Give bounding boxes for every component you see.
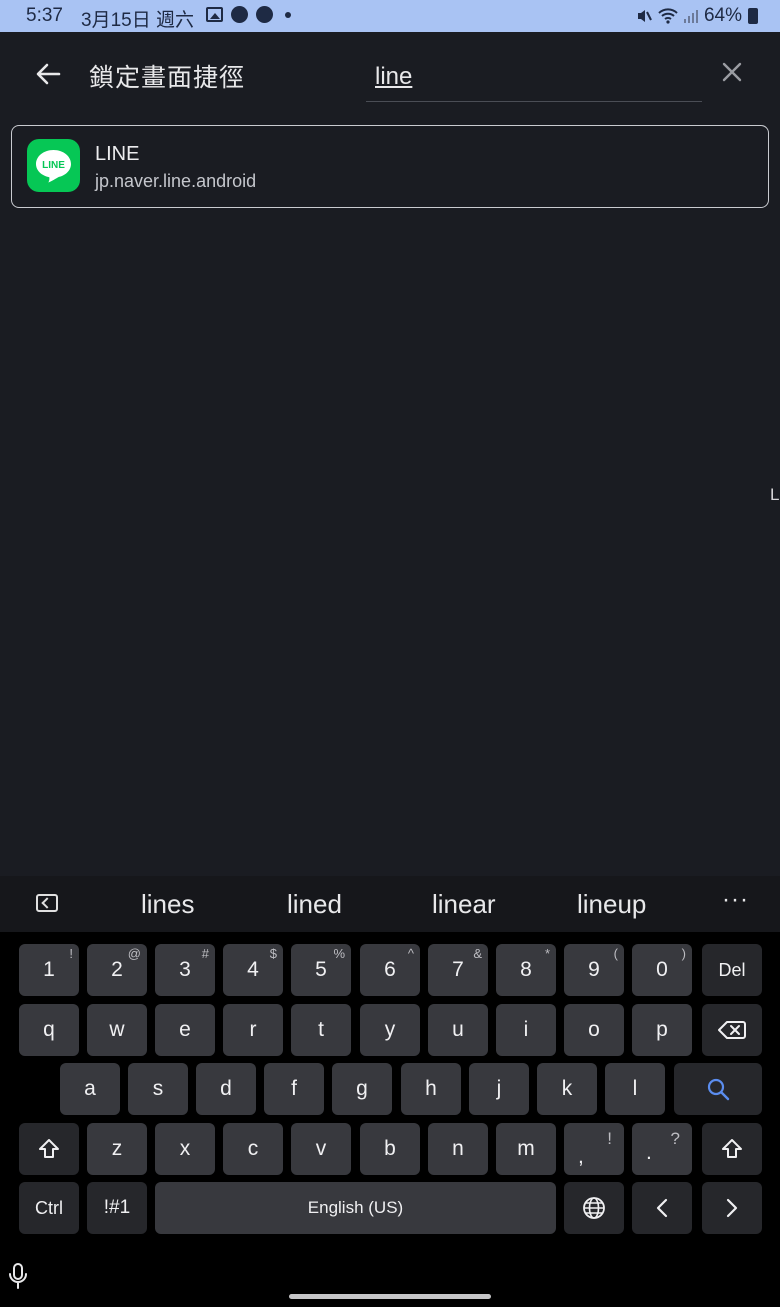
language-key[interactable]: [564, 1182, 624, 1234]
key-w[interactable]: w: [87, 1004, 147, 1056]
key-l[interactable]: l: [605, 1063, 665, 1115]
key-o[interactable]: o: [564, 1004, 624, 1056]
keyboard: 1! 2 @ 3 # 4 $ 5% 6 ^ 7 & 8 * 9( 0) Del q w e …: [0, 932, 780, 1307]
line-app-icon: LINE: [27, 139, 80, 192]
key-3[interactable]: 3 #: [155, 944, 215, 996]
key-4[interactable]: 4 $: [223, 944, 283, 996]
suggestion-item[interactable]: lined: [287, 889, 342, 920]
key-b[interactable]: b: [360, 1123, 420, 1175]
key-0[interactable]: 0): [632, 944, 692, 996]
key-h[interactable]: h: [401, 1063, 461, 1115]
key-6[interactable]: 6 ^: [360, 944, 420, 996]
globe-icon: [583, 1197, 605, 1219]
key-comma[interactable]: ,!: [564, 1123, 624, 1175]
key-q[interactable]: q: [19, 1004, 79, 1056]
key-k[interactable]: k: [537, 1063, 597, 1115]
voice-input-button[interactable]: [7, 1262, 29, 1290]
search-input[interactable]: [366, 52, 702, 102]
backspace-key[interactable]: [702, 1004, 762, 1056]
ctrl-key[interactable]: Ctrl: [19, 1182, 79, 1234]
line-logo-icon: LINE: [36, 150, 71, 183]
shift-key-right[interactable]: [702, 1123, 762, 1175]
page-title: 鎖定畫面捷徑: [89, 64, 246, 92]
key-i[interactable]: i: [496, 1004, 556, 1056]
key-1[interactable]: 1!: [19, 944, 79, 996]
key-9[interactable]: 9(: [564, 944, 624, 996]
close-icon: [722, 62, 742, 82]
key-n[interactable]: n: [428, 1123, 488, 1175]
key-y[interactable]: y: [360, 1004, 420, 1056]
suggestion-bar: lines lined linear lineup ···: [0, 876, 780, 932]
cursor-left-key[interactable]: [632, 1182, 692, 1234]
arrow-left-icon: [36, 63, 61, 85]
app-name: LINE: [95, 143, 140, 165]
key-8[interactable]: 8 *: [496, 944, 556, 996]
sync-icon: [256, 6, 273, 23]
key-5[interactable]: 5%: [291, 944, 351, 996]
battery-percent: 64%: [703, 5, 742, 26]
collapse-keyboard-icon[interactable]: [36, 894, 58, 912]
delete-key[interactable]: Del: [702, 944, 762, 996]
key-u[interactable]: u: [428, 1004, 488, 1056]
search-icon: [707, 1078, 730, 1101]
battery-icon: [748, 8, 758, 24]
key-e[interactable]: e: [155, 1004, 215, 1056]
key-p[interactable]: p: [632, 1004, 692, 1056]
space-key[interactable]: English (US): [155, 1182, 556, 1234]
back-button[interactable]: [30, 56, 66, 92]
shift-icon: [39, 1139, 59, 1158]
suggestion-item[interactable]: lineup: [577, 889, 646, 920]
key-j[interactable]: j: [469, 1063, 529, 1115]
more-notifications-icon: [285, 11, 291, 18]
app-package-name: jp.naver.line.android: [95, 171, 257, 191]
key-7[interactable]: 7 &: [428, 944, 488, 996]
status-date: 3月15日 週六: [81, 10, 194, 31]
microphone-icon: [9, 1263, 27, 1289]
suggestion-item[interactable]: lines: [141, 889, 194, 920]
wifi-icon: [658, 8, 678, 24]
symbols-key[interactable]: !#1: [87, 1182, 147, 1234]
key-m[interactable]: m: [496, 1123, 556, 1175]
clear-search-button[interactable]: [716, 56, 748, 88]
home-indicator[interactable]: [289, 1294, 491, 1299]
chevron-left-icon: [656, 1198, 668, 1218]
key-v[interactable]: v: [291, 1123, 351, 1175]
shift-icon: [722, 1139, 742, 1158]
key-x[interactable]: x: [155, 1123, 215, 1175]
mute-icon: [637, 10, 652, 22]
key-period[interactable]: .?: [632, 1123, 692, 1175]
status-right: 64%: [636, 5, 758, 27]
gallery-icon: [206, 7, 223, 22]
key-t[interactable]: t: [291, 1004, 351, 1056]
key-s[interactable]: s: [128, 1063, 188, 1115]
search-key[interactable]: [674, 1063, 762, 1115]
key-2[interactable]: 2 @: [87, 944, 147, 996]
status-time: 5:37: [26, 5, 63, 26]
key-c[interactable]: c: [223, 1123, 283, 1175]
suggestion-item[interactable]: linear: [432, 889, 496, 920]
app-notification-icon: [231, 6, 248, 23]
shift-key-left[interactable]: [19, 1123, 79, 1175]
more-suggestions-button[interactable]: ···: [722, 886, 749, 914]
signal-icon: [683, 10, 698, 23]
cursor-right-key[interactable]: [702, 1182, 762, 1234]
app-result-card[interactable]: LINE LINE jp.naver.line.android: [11, 125, 769, 208]
status-bar: 5:37 3月15日 週六 64%: [0, 0, 780, 32]
line-logo-text: LINE: [42, 160, 65, 171]
key-g[interactable]: g: [332, 1063, 392, 1115]
key-z[interactable]: z: [87, 1123, 147, 1175]
key-f[interactable]: f: [264, 1063, 324, 1115]
key-d[interactable]: d: [196, 1063, 256, 1115]
key-a[interactable]: a: [60, 1063, 120, 1115]
backspace-icon: [718, 1021, 746, 1039]
key-r[interactable]: r: [223, 1004, 283, 1056]
edge-letter: L: [770, 485, 780, 504]
notification-icons: [206, 6, 291, 23]
chevron-right-icon: [726, 1198, 738, 1218]
